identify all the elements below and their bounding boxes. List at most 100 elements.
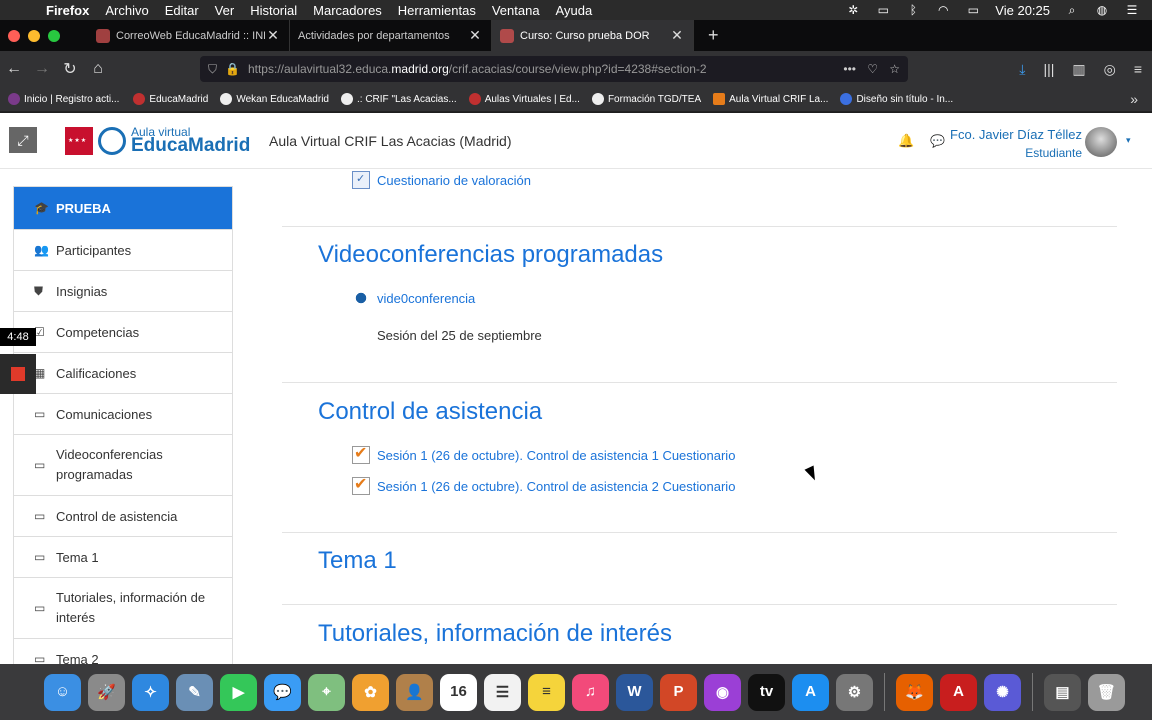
avatar[interactable] [1085,127,1117,157]
forward-button[interactable]: → [28,60,56,78]
user-name[interactable]: Fco. Javier Díaz Téllez [950,127,1082,142]
activity-link[interactable]: Cuestionario de valoración [377,173,531,188]
itunes-icon[interactable]: ♫ [572,673,609,711]
zoom-window-button[interactable] [48,29,60,42]
minimize-window-button[interactable] [28,29,40,42]
sidebar-item-videoconferencias[interactable]: ▭ Videoconferencias programadas [14,435,232,496]
activity-videoconferencia[interactable]: vide0conferencia [352,289,475,307]
photos-icon[interactable]: ✿ [352,673,389,711]
activity-asistencia-2[interactable]: Sesión 1 (26 de octubre). Control de asi… [352,474,735,495]
appletv-icon[interactable]: tv [748,673,785,711]
menu-editar[interactable]: Editar [165,3,199,18]
tab-close-icon[interactable]: ✕ [669,27,685,44]
educamadrid-logo-icon[interactable] [98,127,126,155]
sidebar-item-participantes[interactable]: 👥 Participantes [14,230,232,271]
user-menu-caret-icon[interactable]: ▾ [1126,135,1131,146]
bluetooth-icon[interactable]: ᛒ [905,4,921,16]
spotlight-search-icon[interactable]: ⌕ [1064,4,1080,16]
sidebar-item-insignias[interactable]: ⛊ Insignias [14,271,232,312]
bookmark-item[interactable]: Aulas Virtuales | Ed... [468,93,580,105]
bookmark-item[interactable]: Wekan EducaMadrid [220,93,329,105]
launchpad-icon[interactable]: 🚀 [88,673,125,711]
menu-ayuda[interactable]: Ayuda [556,3,593,18]
bookmark-item[interactable]: Diseño sin título - In... [840,93,953,105]
firefox-icon[interactable]: 🦊 [896,673,933,711]
section-title[interactable]: Tema 1 [318,547,397,575]
menu-historial[interactable]: Historial [250,3,297,18]
menu-marcadores[interactable]: Marcadores [313,3,382,18]
back-button[interactable]: ← [0,60,28,78]
new-tab-button[interactable]: + [708,25,719,46]
sidebar-toggle-icon[interactable]: ▥ [1072,61,1085,78]
expand-icon[interactable]: ⤢ [9,127,37,153]
screenshot-thumb-icon[interactable]: ▤ [1044,673,1081,711]
close-window-button[interactable] [8,29,20,42]
account-icon[interactable]: ◎ [1104,61,1116,78]
system-preferences-icon[interactable]: ⚙ [836,673,873,711]
menu-archivo[interactable]: Archivo [105,3,148,18]
airplay-icon[interactable]: ▭ [875,4,891,16]
sidebar-item-tutoriales[interactable]: ▭ Tutoriales, información de interés [14,578,232,639]
activity-cuestionario-valoracion[interactable]: Cuestionario de valoración [352,171,531,189]
powerpoint-icon[interactable]: P [660,673,697,711]
sidebar-item-comunicaciones[interactable]: ▭ Comunicaciones [14,394,232,435]
acrobat-icon[interactable]: A [940,673,977,711]
tab-curso-prueba[interactable]: Curso: Curso prueba DOR ✕ [492,20,694,51]
messages-icon[interactable]: 💬 [930,134,945,148]
gear-status-icon[interactable]: ✲ [845,4,861,16]
stop-recording-button[interactable] [0,354,36,394]
appstore-icon[interactable]: A [792,673,829,711]
home-button[interactable]: ⌂ [84,60,112,78]
reminders-icon[interactable]: ☰ [484,673,521,711]
notification-center-icon[interactable]: ☰ [1124,4,1140,16]
lock-icon[interactable]: 🔒 [225,62,240,76]
section-title[interactable]: Control de asistencia [318,398,542,426]
shield-icon[interactable]: ⛉ [208,62,217,77]
logo-title[interactable]: EducaMadrid [131,135,250,157]
page-actions-icon[interactable]: ••• [843,62,856,76]
sidebar-item-calificaciones[interactable]: ▦ Calificaciones [14,353,232,394]
gear-app-icon[interactable]: ✺ [984,673,1021,711]
bookmark-item[interactable]: Formación TGD/TEA [591,93,701,105]
maps-icon[interactable]: ⌖ [308,673,345,711]
bookmark-item[interactable]: EducaMadrid [133,93,208,105]
menu-ventana[interactable]: Ventana [492,3,540,18]
downloads-icon[interactable]: ⤓ [1019,61,1025,78]
menu-app-firefox[interactable]: Firefox [46,3,89,18]
battery-icon[interactable]: ▭ [965,4,981,16]
calendar-icon[interactable]: 16 [440,673,477,711]
bookmarks-overflow-icon[interactable]: » [1130,91,1138,107]
menu-herramientas[interactable]: Herramientas [398,3,476,18]
siri-icon[interactable]: ◍ [1094,4,1110,16]
comunidad-madrid-logo[interactable] [65,127,93,155]
clock[interactable]: Vie 20:25 [995,3,1050,18]
bookmark-item[interactable]: Aula Virtual CRIF La... [713,93,828,105]
sidebar-item-prueba[interactable]: 🎓 PRUEBA [14,187,232,230]
facetime-icon[interactable]: ▶ [220,673,257,711]
activity-asistencia-1[interactable]: Sesión 1 (26 de octubre). Control de asi… [352,443,735,464]
tab-close-icon[interactable]: ✕ [265,27,281,44]
safari-icon[interactable]: ✧ [132,673,169,711]
finder-icon[interactable]: ☺ [44,673,81,711]
site-title[interactable]: Aula Virtual CRIF Las Acacias (Madrid) [269,133,512,149]
reload-button[interactable]: ↻ [56,59,84,79]
sidebar-item-tema-2[interactable]: ▭ Tema 2 [14,639,232,665]
bookmark-item[interactable]: .: CRIF "Las Acacias... [341,93,457,105]
pocket-icon[interactable]: ♡ [867,62,878,76]
section-title[interactable]: Videoconferencias programadas [318,241,663,269]
tab-close-icon[interactable]: ✕ [467,27,483,44]
bookmark-item[interactable]: Inicio | Registro acti... [8,93,119,105]
preview-icon[interactable]: ✎ [176,673,213,711]
trash-icon[interactable]: 🗑 [1088,673,1125,711]
contacts-icon[interactable]: 👤 [396,673,433,711]
section-title[interactable]: Tutoriales, información de interés [318,620,672,648]
library-icon[interactable]: ||| [1043,61,1054,77]
sidebar-item-control-asistencia[interactable]: ▭ Control de asistencia [14,496,232,537]
tab-actividades[interactable]: Actividades por departamentos ✕ [290,20,492,51]
url-bar[interactable]: ⛉ 🔒 https://aulavirtual32.educa. madrid.o… [200,56,908,82]
tab-correoweb[interactable]: CorreoWeb EducaMadrid :: INB ✕ [88,20,290,51]
activity-link[interactable]: vide0conferencia [377,291,475,306]
word-icon[interactable]: W [616,673,653,711]
wifi-icon[interactable]: ◠ [935,4,951,16]
messages-icon[interactable]: 💬 [264,673,301,711]
